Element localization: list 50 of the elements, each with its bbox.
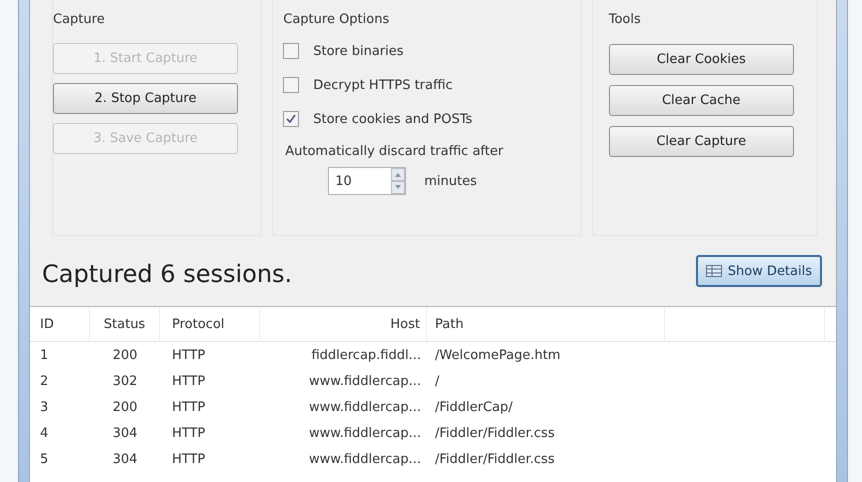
table-cell-text: 304 bbox=[112, 426, 138, 440]
table-cell-text: 1 bbox=[39, 348, 50, 362]
column-header[interactable]: Protocol bbox=[160, 307, 260, 341]
tool-button[interactable]: Clear Capture bbox=[608, 126, 794, 157]
show-details-button[interactable]: Show Details bbox=[696, 255, 822, 287]
table-cell-text: / bbox=[434, 374, 440, 388]
group-title: Capture bbox=[53, 12, 106, 29]
minutes-label: minutes bbox=[424, 174, 477, 188]
minutes-spinner[interactable]: 10 bbox=[328, 167, 406, 195]
table-cell-text: www.fiddlercap... bbox=[308, 426, 422, 440]
table-cell-text: HTTP bbox=[171, 400, 206, 414]
grid-icon bbox=[706, 265, 722, 277]
table-cell-text: fiddlercap.fiddl... bbox=[310, 348, 422, 362]
table-cell-text: 3 bbox=[39, 400, 50, 414]
table-cell-text: 302 bbox=[112, 374, 138, 388]
table-cell-text: www.fiddlercap... bbox=[308, 452, 422, 466]
column-header[interactable]: Path bbox=[427, 307, 665, 341]
table-cell-text: 304 bbox=[112, 452, 138, 466]
checkbox[interactable] bbox=[283, 77, 300, 93]
group-title: Tools bbox=[608, 12, 642, 29]
capture-button[interactable]: 2. Stop Capture bbox=[53, 83, 238, 114]
table-cell-text: 5 bbox=[39, 452, 50, 466]
table-cell-text: 2 bbox=[39, 374, 50, 388]
checkbox-label: Decrypt HTTPS traffic bbox=[313, 78, 453, 92]
tool-button[interactable]: Clear Cookies bbox=[608, 44, 794, 75]
tool-button[interactable]: Clear Cache bbox=[608, 85, 794, 116]
column-header[interactable]: ID bbox=[30, 307, 90, 341]
group-title: Capture Options bbox=[283, 12, 390, 29]
table-cell-text: /Fiddler/Fiddler.css bbox=[434, 426, 556, 440]
table-cell-text: /FiddlerCap/ bbox=[434, 400, 514, 414]
table-cell-text: HTTP bbox=[171, 426, 206, 440]
checkbox-label: Store cookies and POSTs bbox=[313, 112, 472, 126]
table-cell-text: /WelcomePage.htm bbox=[434, 348, 562, 362]
column-header[interactable]: Status bbox=[90, 307, 160, 341]
discard-label: Automatically discard traffic after bbox=[284, 144, 504, 159]
column-header[interactable]: Host bbox=[260, 307, 427, 341]
table-cell-text: www.fiddlercap... bbox=[308, 400, 422, 414]
table-cell-text: /Fiddler/Fiddler.css bbox=[434, 452, 556, 466]
table-cell-text: HTTP bbox=[171, 374, 206, 388]
checkbox[interactable] bbox=[283, 111, 300, 127]
checkbox[interactable] bbox=[283, 43, 300, 59]
table-cell-text: HTTP bbox=[171, 452, 206, 466]
table-cell-text: www.fiddlercap... bbox=[308, 374, 422, 388]
checkbox-label: Store binaries bbox=[313, 44, 404, 58]
table-cell-text: 200 bbox=[112, 348, 138, 362]
table-cell-text: 200 bbox=[112, 400, 138, 414]
table-cell-text: 4 bbox=[39, 426, 50, 440]
session-count: Captured 6 sessions. bbox=[42, 259, 292, 288]
table-cell-text: HTTP bbox=[171, 348, 206, 362]
check-icon bbox=[284, 112, 298, 126]
